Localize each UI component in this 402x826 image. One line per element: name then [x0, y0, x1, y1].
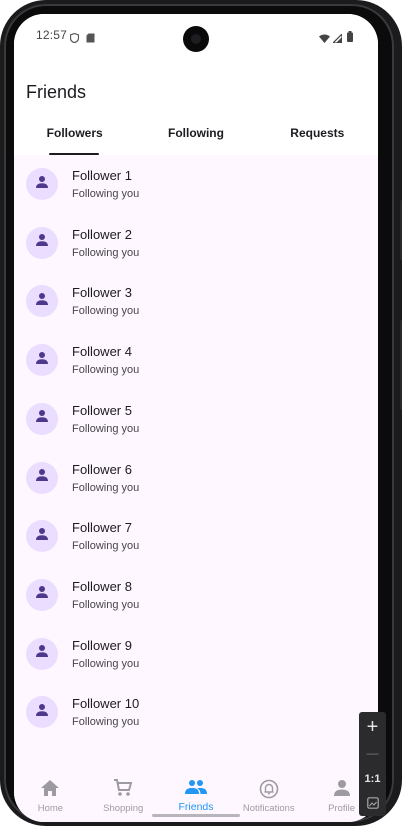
list-item[interactable]: Follower 6 Following you — [14, 449, 378, 508]
followers-list[interactable]: Follower 1 Following you Follower 2 Foll… — [14, 155, 378, 769]
person-icon — [35, 351, 49, 370]
home-indicator — [152, 814, 240, 817]
person-icon — [35, 644, 49, 663]
zoom-reset-button[interactable]: 1:1 — [359, 766, 386, 792]
screen: 12:57 Friends Followers Following Reques… — [14, 14, 378, 822]
follower-status: Following you — [72, 364, 140, 377]
zoom-controls: + — 1:1 — [359, 712, 386, 816]
tab-followers[interactable]: Followers — [14, 110, 135, 155]
follower-status: Following you — [72, 598, 140, 611]
tab-label: Requests — [290, 125, 345, 140]
person-icon — [35, 527, 49, 546]
follower-name: Follower 6 — [72, 461, 132, 477]
front-camera — [183, 26, 209, 52]
avatar — [26, 226, 58, 259]
status-time: 12:57 — [36, 28, 68, 42]
list-item[interactable]: Follower 2 Following you — [14, 214, 378, 273]
zoom-in-button[interactable]: + — [359, 714, 386, 740]
follower-name: Follower 5 — [72, 402, 132, 418]
app-bar: Friends — [14, 56, 378, 110]
list-item[interactable]: Follower 8 Following you — [14, 566, 378, 625]
follower-name: Follower 7 — [72, 520, 132, 536]
cart-icon — [113, 779, 133, 802]
avatar — [26, 285, 58, 318]
list-item[interactable]: Follower 3 Following you — [14, 272, 378, 331]
follower-status: Following you — [72, 716, 140, 729]
people-icon — [184, 779, 207, 800]
person-icon — [333, 779, 351, 802]
avatar — [26, 637, 58, 670]
shield-icon — [69, 30, 80, 48]
follower-status: Following you — [72, 422, 140, 435]
device-frame: 12:57 Friends Followers Following Reques… — [0, 0, 402, 826]
page-title: Friends — [26, 82, 87, 102]
follower-status: Following you — [72, 657, 140, 670]
follower-name: Follower 8 — [72, 578, 132, 594]
list-item[interactable]: Follower 7 Following you — [14, 507, 378, 566]
nav-notifications[interactable]: Notifications — [232, 769, 305, 822]
image-icon — [366, 796, 379, 814]
person-icon — [35, 409, 49, 428]
list-item[interactable]: Follower 1 Following you — [14, 155, 378, 214]
nav-label: Shopping — [103, 803, 144, 814]
list-item[interactable]: Follower 9 Following you — [14, 625, 378, 684]
follower-name: Follower 10 — [72, 696, 140, 712]
screenshot-button[interactable] — [359, 792, 386, 818]
avatar — [26, 520, 58, 553]
person-icon — [35, 703, 49, 722]
sim-card-icon — [86, 30, 95, 48]
person-icon — [35, 585, 49, 604]
bell-icon — [259, 779, 279, 804]
status-bar: 12:57 — [14, 14, 378, 56]
avatar — [26, 402, 58, 435]
nav-label: Home — [37, 803, 64, 814]
tab-requests[interactable]: Requests — [257, 110, 378, 155]
person-icon — [35, 175, 49, 194]
follower-status: Following you — [72, 246, 140, 259]
avatar — [26, 168, 58, 200]
follower-name: Follower 2 — [72, 226, 132, 242]
zoom-out-button[interactable]: — — [359, 740, 386, 766]
follower-name: Follower 9 — [72, 637, 132, 653]
avatar — [26, 578, 58, 611]
nav-shopping[interactable]: Shopping — [87, 769, 160, 822]
signal-icon — [331, 30, 343, 48]
follower-status: Following you — [72, 188, 140, 200]
avatar — [26, 461, 58, 494]
tab-label: Followers — [46, 125, 103, 140]
person-icon — [35, 468, 49, 487]
follower-name: Follower 4 — [72, 344, 132, 360]
follower-name: Follower 3 — [72, 285, 132, 301]
list-item[interactable]: Follower 5 Following you — [14, 390, 378, 449]
avatar — [26, 344, 58, 377]
home-icon — [40, 779, 60, 802]
nav-label: Notifications — [242, 803, 295, 814]
nav-home[interactable]: Home — [14, 769, 87, 822]
tab-following[interactable]: Following — [135, 110, 256, 155]
follower-status: Following you — [72, 481, 140, 494]
list-item[interactable]: Follower 4 Following you — [14, 331, 378, 390]
battery-icon — [347, 29, 353, 47]
person-icon — [35, 292, 49, 311]
follower-name: Follower 1 — [72, 168, 132, 183]
tab-bar: Followers Following Requests — [14, 110, 378, 156]
wifi-icon — [319, 30, 330, 48]
tab-label: Following — [167, 125, 224, 140]
nav-label: Friends — [178, 801, 214, 813]
person-icon — [35, 233, 49, 252]
follower-status: Following you — [72, 540, 140, 553]
avatar — [26, 696, 58, 729]
list-item[interactable]: Follower 10 Following you — [14, 683, 378, 742]
follower-status: Following you — [72, 305, 140, 318]
